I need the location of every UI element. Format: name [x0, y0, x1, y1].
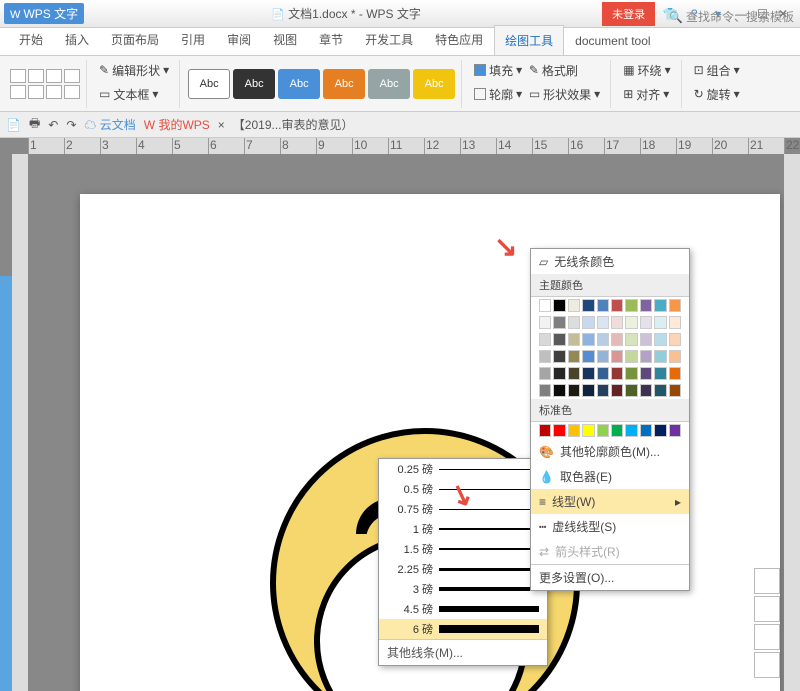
mywps-tab[interactable]: W 我的WPS	[144, 116, 210, 133]
tab-4[interactable]: 审阅	[216, 24, 262, 55]
tab-7[interactable]: 开发工具	[354, 24, 424, 55]
theme-shade-row[interactable]	[531, 348, 689, 365]
ruler-vertical	[12, 154, 28, 691]
canvas: 1234567891011121314151617181920212223242…	[0, 138, 800, 691]
other-lines[interactable]: 其他线条(M)...	[379, 639, 547, 665]
app-logo: W WPS 文字	[4, 3, 84, 24]
more-outline-colors[interactable]: 🎨 其他轮廓颜色(M)...	[531, 439, 689, 464]
line-weight-option[interactable]: 1 磅	[379, 519, 547, 539]
color-swatch[interactable]	[597, 424, 609, 437]
tab-9[interactable]: 绘图工具	[494, 25, 564, 55]
qat-icon[interactable]: 📄	[6, 118, 21, 132]
qat-icon[interactable]: ↶	[48, 118, 58, 132]
ribbon: ✎ 编辑形状 ▾ ▭ 文本框 ▾ AbcAbcAbcAbcAbcAbc 填充 ▾…	[0, 56, 800, 112]
line-weight-option[interactable]: 3 磅	[379, 579, 547, 599]
color-swatch[interactable]	[582, 299, 594, 312]
standard-color-row[interactable]	[531, 422, 689, 439]
style-chip[interactable]: Abc	[278, 69, 320, 99]
shapes-gallery[interactable]	[4, 60, 87, 108]
doc-tab-close[interactable]: ×	[218, 118, 225, 132]
ruler-horizontal: 1234567891011121314151617181920212223242…	[28, 138, 784, 154]
doc-tab[interactable]: 【2019...审表的意见）	[233, 116, 354, 133]
ribbon-tabs: 开始插入页面布局引用审阅视图章节开发工具特色应用绘图工具document too…	[0, 28, 800, 56]
theme-shade-row[interactable]	[531, 314, 689, 331]
fill-button[interactable]: 填充 ▾ ✎格式刷	[470, 60, 582, 81]
style-chip[interactable]: Abc	[413, 69, 455, 99]
cloud-doc-tab[interactable]: ☁ 云文档	[84, 116, 135, 133]
arrow-style-submenu[interactable]: ⇄ 箭头样式(R)	[531, 539, 689, 564]
theme-color-row[interactable]	[531, 297, 689, 314]
theme-shade-row[interactable]	[531, 365, 689, 382]
color-swatch[interactable]	[611, 424, 623, 437]
color-swatch[interactable]	[582, 424, 594, 437]
line-weight-option[interactable]: 6 磅	[379, 619, 547, 639]
color-swatch[interactable]	[625, 424, 637, 437]
login-status[interactable]: 未登录	[602, 2, 655, 26]
edit-shape-button[interactable]: ✎ 编辑形状 ▾	[95, 60, 173, 81]
floating-shape-tools[interactable]	[754, 568, 780, 678]
color-swatch[interactable]	[640, 424, 652, 437]
tab-8[interactable]: 特色应用	[424, 24, 494, 55]
dash-type-submenu[interactable]: ┅ 虚线线型(S)	[531, 514, 689, 539]
qat-icon[interactable]: ↷	[66, 118, 76, 132]
color-swatch[interactable]	[568, 299, 580, 312]
color-swatch[interactable]	[539, 424, 551, 437]
color-swatch[interactable]	[539, 299, 551, 312]
standard-colors-header: 标准色	[531, 399, 689, 422]
color-swatch[interactable]	[568, 424, 580, 437]
left-panel-edge	[0, 276, 12, 691]
color-swatch[interactable]	[553, 424, 565, 437]
scrollbar-vertical[interactable]	[784, 154, 800, 691]
style-chip[interactable]: Abc	[233, 69, 275, 99]
color-swatch[interactable]	[654, 299, 666, 312]
line-weight-option[interactable]: 4.5 磅	[379, 599, 547, 619]
rotate-button[interactable]: ↻ 旋转▾	[690, 84, 744, 105]
textbox-button[interactable]: ▭ 文本框 ▾	[95, 84, 162, 105]
tab-3[interactable]: 引用	[170, 24, 216, 55]
color-picker[interactable]: 💧 取色器(E)	[531, 464, 689, 489]
more-settings[interactable]: 更多设置(O)...	[531, 564, 689, 590]
color-swatch[interactable]	[654, 424, 666, 437]
theme-shade-row[interactable]	[531, 331, 689, 348]
document-title: 📄 文档1.docx * - WPS 文字	[90, 5, 602, 22]
align-button[interactable]: ⊞ 对齐▾	[619, 84, 673, 105]
tab-1[interactable]: 插入	[54, 24, 100, 55]
tab-10[interactable]: document tool	[564, 27, 661, 55]
line-weight-option[interactable]: 1.5 磅	[379, 539, 547, 559]
annotation-arrow-icon: ↘	[494, 230, 517, 263]
tab-2[interactable]: 页面布局	[100, 24, 170, 55]
wrap-button[interactable]: ▦ 环绕▾	[619, 60, 674, 81]
line-type-submenu[interactable]: ≡ 线型(W)▸	[531, 489, 689, 514]
theme-shade-row[interactable]	[531, 382, 689, 399]
no-outline-color[interactable]: ▱ 无线条颜色	[531, 249, 689, 274]
search-input[interactable]: 🔍 查找命令、搜索模板	[669, 8, 794, 25]
group-button[interactable]: ⊡ 组合▾	[690, 60, 744, 81]
style-chip[interactable]: Abc	[323, 69, 365, 99]
line-weight-option[interactable]: 0.25 磅	[379, 459, 547, 479]
outline-button[interactable]: 轮廓 ▾ ▭形状效果 ▾	[470, 84, 604, 105]
tab-6[interactable]: 章节	[308, 24, 354, 55]
color-swatch[interactable]	[611, 299, 623, 312]
outline-color-menu: ▱ 无线条颜色 主题颜色 标准色 🎨 其他轮廓颜色(M)... 💧 取色器(E)…	[530, 248, 690, 591]
tab-5[interactable]: 视图	[262, 24, 308, 55]
color-swatch[interactable]	[669, 424, 681, 437]
color-swatch[interactable]	[597, 299, 609, 312]
style-chip[interactable]: Abc	[188, 69, 230, 99]
tab-0[interactable]: 开始	[8, 24, 54, 55]
color-swatch[interactable]	[553, 299, 565, 312]
style-chip[interactable]: Abc	[368, 69, 410, 99]
line-weight-option[interactable]: 2.25 磅	[379, 559, 547, 579]
color-swatch[interactable]	[640, 299, 652, 312]
theme-colors-header: 主题颜色	[531, 274, 689, 297]
color-swatch[interactable]	[669, 299, 681, 312]
color-swatch[interactable]	[625, 299, 637, 312]
style-presets[interactable]: AbcAbcAbcAbcAbcAbc	[182, 60, 462, 108]
qat-icon[interactable]: 🖶	[29, 114, 40, 135]
document-tabs-bar: 📄🖶↶↷ ☁ 云文档 W 我的WPS × 【2019...审表的意见） 🔍 查找…	[0, 112, 800, 138]
